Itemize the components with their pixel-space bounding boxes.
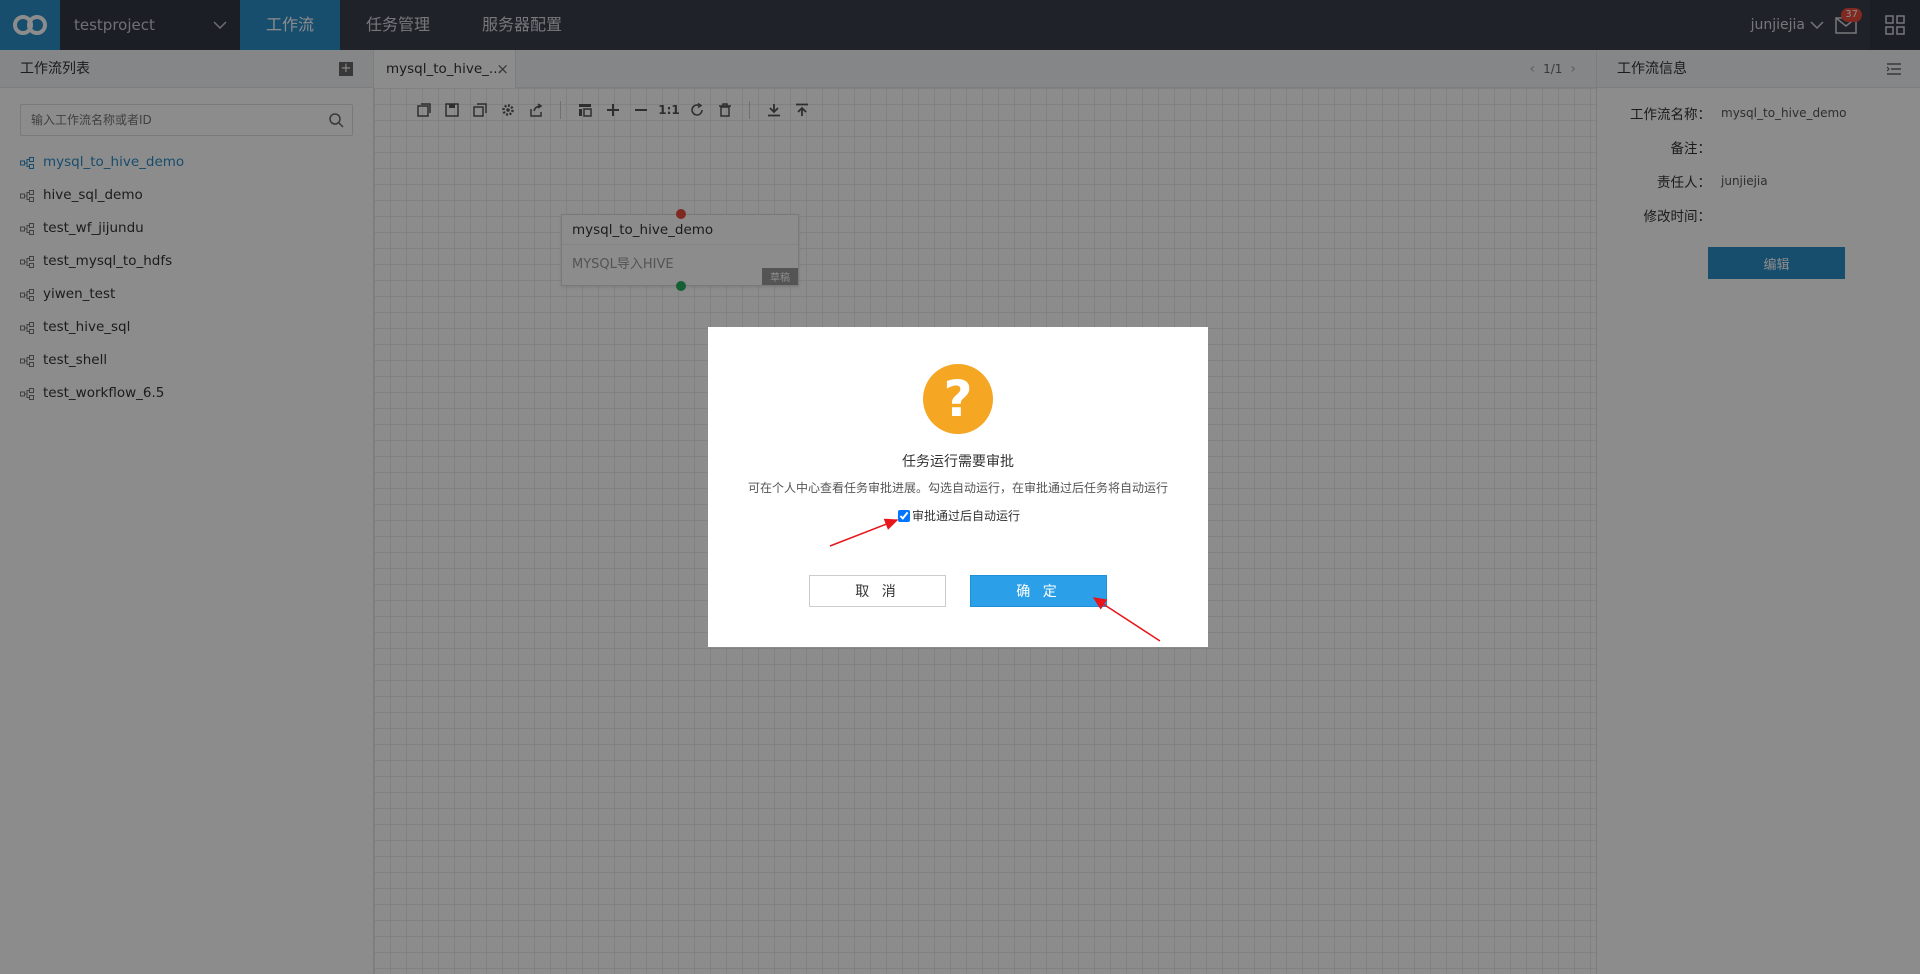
auto-run-checkbox[interactable] (898, 509, 910, 522)
auto-run-option[interactable]: 审批通过后自动运行 (898, 507, 1020, 524)
question-icon: ? (923, 364, 993, 434)
cancel-button[interactable]: 取 消 (809, 575, 946, 607)
dialog-title: 任务运行需要审批 (902, 454, 1014, 470)
auto-run-label: 审批通过后自动运行 (912, 509, 1021, 523)
dialog-description: 可在个人中心查看任务审批进展。勾选自动运行，在审批通过后任务将自动运行 (747, 481, 1168, 495)
confirm-button[interactable]: 确 定 (970, 575, 1107, 607)
approval-dialog: ? 任务运行需要审批 可在个人中心查看任务审批进展。勾选自动运行，在审批通过后任… (708, 327, 1208, 647)
